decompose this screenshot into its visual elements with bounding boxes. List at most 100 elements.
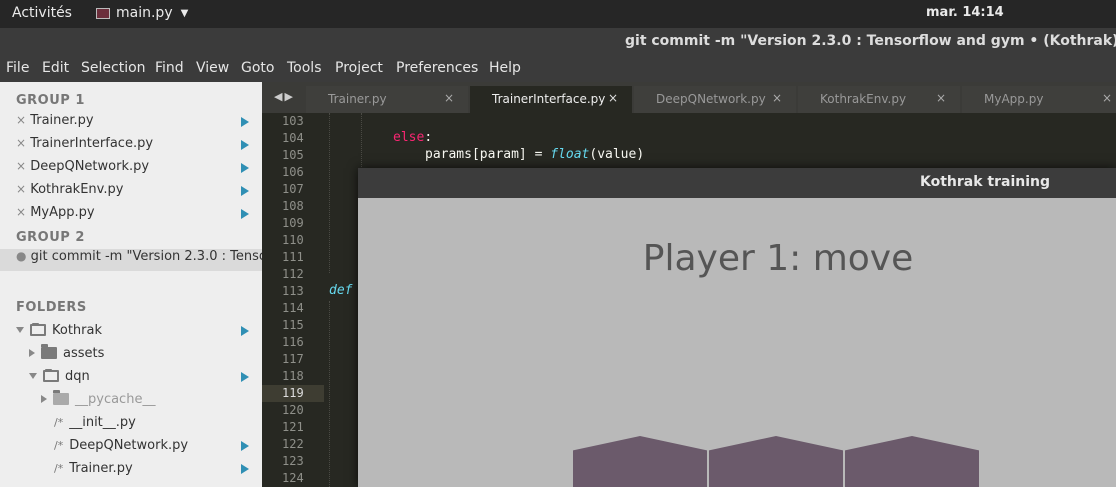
line-number: 123 (282, 454, 304, 468)
app-menu[interactable]: main.py ▼ (96, 5, 188, 21)
folder-pycache[interactable]: __pycache__ (41, 388, 155, 410)
menu-goto[interactable]: Goto (241, 60, 274, 76)
hex-tile[interactable] (573, 436, 707, 487)
tab-trainerinterface[interactable]: TrainerInterface.py × (470, 86, 632, 113)
indent-guide (329, 301, 330, 487)
builtin-token: float (550, 147, 590, 162)
line-number: 107 (282, 182, 304, 196)
line-number-current: 119 (282, 386, 304, 400)
file-label: Trainer.py (69, 460, 133, 476)
line-number: 111 (282, 250, 304, 264)
open-file-label: Trainer.py (30, 113, 94, 128)
caret-down-icon: ▼ (180, 7, 189, 19)
close-icon[interactable]: × (608, 91, 618, 105)
clock[interactable]: mar. 14:14 (926, 5, 1004, 20)
tab-myapp[interactable]: MyApp.py × (962, 86, 1116, 113)
menu-view[interactable]: View (196, 60, 229, 76)
line-number: 104 (282, 131, 304, 145)
window-titlebar[interactable]: Kothrak training (358, 168, 1116, 198)
open-file-label: MyApp.py (30, 205, 95, 220)
code-line: params[param] = float(value) (425, 147, 644, 162)
window-titlebar: git commit -m "Version 2.3.0 : Tensorflo… (0, 28, 1116, 56)
modified-arrow-icon (241, 464, 249, 474)
menu-tools[interactable]: Tools (287, 60, 322, 76)
dot-icon: ● (16, 249, 27, 263)
file-trainer[interactable]: /* Trainer.py (54, 457, 133, 479)
sublime-icon (96, 7, 110, 19)
sidebar: GROUP 1 × Trainer.py × TrainerInterface.… (0, 82, 262, 487)
menu-selection[interactable]: Selection (81, 60, 146, 76)
open-file-item[interactable]: × KothrakEnv.py (16, 182, 262, 204)
open-file-item[interactable]: × MyApp.py (16, 205, 262, 227)
file-deepqnetwork[interactable]: /* DeepQNetwork.py (54, 434, 188, 456)
menu-preferences[interactable]: Preferences (396, 60, 478, 76)
open-file-label: TrainerInterface.py (30, 136, 154, 151)
modified-arrow-icon (241, 186, 249, 196)
file-icon: /* (54, 415, 64, 429)
tab-label: Trainer.py (328, 92, 387, 106)
folder-open-icon (43, 369, 59, 382)
folder-icon (53, 390, 69, 405)
open-file-item-selected[interactable]: ● git commit -m "Version 2.3.0 : Tensorf… (0, 249, 262, 271)
hex-tile[interactable] (845, 436, 979, 487)
line-number-gutter: 103 104 105 106 107 108 109 110 111 112 … (262, 113, 324, 487)
close-icon[interactable]: × (444, 91, 454, 105)
close-icon[interactable]: × (16, 136, 26, 150)
player-status-text: Player 1: move (642, 238, 914, 279)
group-2-label: GROUP 2 (16, 230, 85, 245)
tab-deepqnetwork[interactable]: DeepQNetwork.py × (634, 86, 796, 113)
system-top-bar: Activités main.py ▼ mar. 14:14 (0, 0, 1116, 28)
tab-trainer[interactable]: Trainer.py × (306, 86, 468, 113)
folder-dqn[interactable]: dqn (29, 365, 90, 387)
folder-assets[interactable]: assets (29, 342, 104, 364)
close-icon[interactable]: × (16, 159, 26, 173)
close-icon[interactable]: × (936, 91, 946, 105)
file-label: DeepQNetwork.py (69, 437, 189, 453)
tab-label: TrainerInterface.py (492, 92, 606, 106)
code-token: params[param] = (425, 147, 551, 162)
tab-kothrakenv[interactable]: KothrakEnv.py × (798, 86, 960, 113)
line-number: 106 (282, 165, 304, 179)
folders-label: FOLDERS (16, 300, 87, 315)
menu-project[interactable]: Project (335, 60, 383, 76)
line-number: 118 (282, 369, 304, 383)
folder-label: dqn (65, 368, 90, 384)
file-init[interactable]: /* __init__.py (54, 411, 136, 433)
expanded-arrow-icon[interactable] (29, 373, 37, 379)
close-icon[interactable]: × (16, 182, 26, 196)
window-title: Kothrak training (920, 174, 1051, 190)
modified-arrow-icon (241, 441, 249, 451)
menu-find[interactable]: Find (155, 60, 184, 76)
line-number: 117 (282, 352, 304, 366)
code-token: (value) (589, 147, 645, 162)
folder-icon (41, 344, 57, 359)
menu-help[interactable]: Help (489, 60, 521, 76)
tab-nav-arrows-icon[interactable]: ◀▶ (274, 90, 295, 103)
close-icon[interactable]: × (1102, 91, 1112, 105)
line-number: 116 (282, 335, 304, 349)
collapsed-arrow-icon[interactable] (41, 395, 47, 403)
tab-label: MyApp.py (984, 92, 1044, 106)
open-file-label: DeepQNetwork.py (30, 159, 150, 174)
menu-edit[interactable]: Edit (42, 60, 69, 76)
line-number: 105 (282, 148, 304, 162)
activities-button[interactable]: Activités (12, 5, 72, 21)
open-file-label: KothrakEnv.py (30, 182, 124, 197)
hex-tile[interactable] (709, 436, 843, 487)
folder-label: Kothrak (52, 322, 103, 338)
close-icon[interactable]: × (16, 205, 26, 219)
folder-label: assets (63, 345, 105, 361)
file-label: __init__.py (69, 414, 136, 430)
modified-arrow-icon (241, 140, 249, 150)
close-icon[interactable]: × (772, 91, 782, 105)
modified-arrow-icon (241, 163, 249, 173)
open-file-item[interactable]: × Trainer.py (16, 113, 262, 135)
open-file-item[interactable]: × DeepQNetwork.py (16, 159, 262, 181)
menu-file[interactable]: File (6, 60, 29, 76)
folder-kothrak[interactable]: Kothrak (16, 319, 102, 341)
line-number: 121 (282, 420, 304, 434)
open-file-item[interactable]: × TrainerInterface.py (16, 136, 262, 158)
close-icon[interactable]: × (16, 113, 26, 127)
collapsed-arrow-icon[interactable] (29, 349, 35, 357)
expanded-arrow-icon[interactable] (16, 327, 24, 333)
